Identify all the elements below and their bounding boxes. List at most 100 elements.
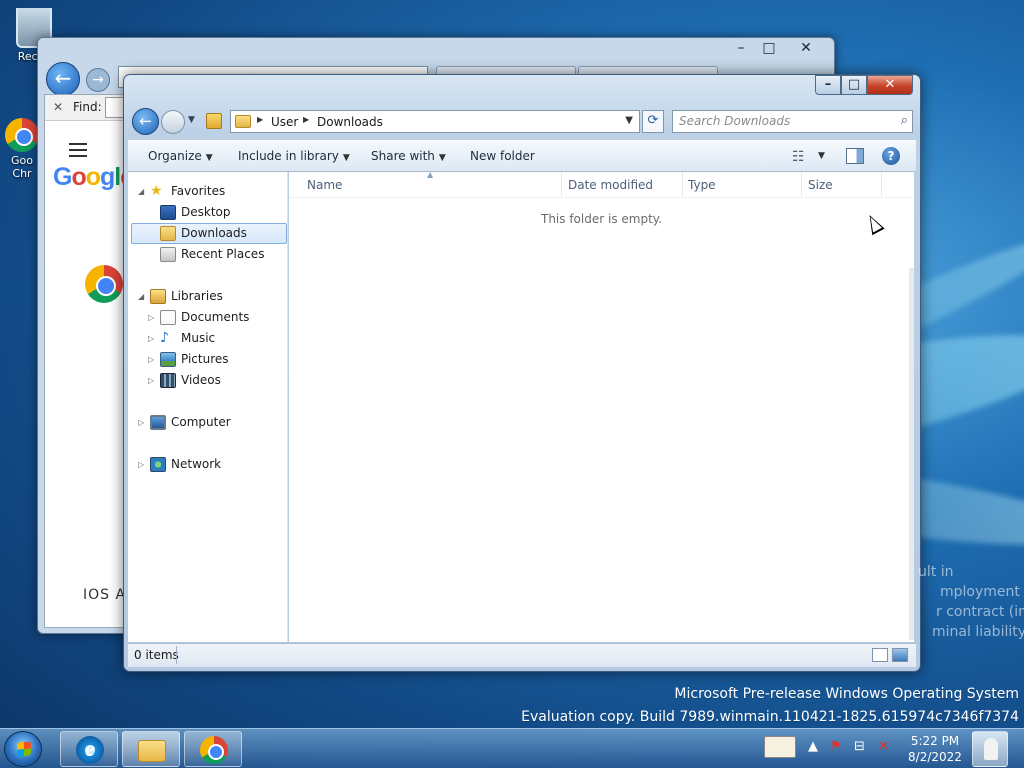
browser-close-button[interactable]: ✕ — [786, 40, 826, 58]
breadcrumb-separator-icon[interactable]: ▶ — [257, 115, 263, 124]
breadcrumb-user[interactable]: User — [271, 115, 298, 129]
share-with-button[interactable]: Share with ▼ — [371, 149, 446, 163]
explorer-window[interactable]: – □ ✕ ← ▼ ▶ User ▶ Downloads ▼ ⟳ ⌕ Organ… — [123, 74, 921, 672]
vertical-scrollbar[interactable] — [909, 268, 914, 640]
browser-minimize-button[interactable]: – — [728, 40, 754, 58]
column-divider[interactable] — [801, 172, 802, 196]
hamburger-menu-icon[interactable] — [69, 143, 87, 157]
recent-pages-dropdown-icon[interactable]: ▼ — [188, 115, 195, 125]
network-icon — [150, 457, 166, 472]
column-name[interactable]: Name — [307, 178, 342, 192]
action-center-flag-icon[interactable]: ⚑ — [830, 739, 842, 754]
new-folder-button[interactable]: New folder — [470, 149, 535, 163]
preview-pane-icon[interactable] — [846, 148, 864, 164]
system-clock[interactable]: 5:22 PM 8/2/2022 — [904, 733, 966, 765]
forward-button[interactable] — [161, 110, 185, 134]
taskbar-windows-explorer[interactable] — [122, 731, 180, 767]
collapsed-arrow-icon[interactable]: ▷ — [138, 454, 144, 475]
start-button[interactable] — [4, 731, 42, 767]
up-folder-icon[interactable] — [206, 113, 222, 129]
help-icon[interactable]: ? — [882, 147, 900, 165]
nav-computer[interactable]: ▷ Computer — [128, 412, 284, 433]
nav-recent-places[interactable]: Recent Places — [128, 244, 284, 265]
nav-documents[interactable]: ▷ Documents — [128, 307, 284, 328]
column-size[interactable]: Size — [808, 178, 833, 192]
user-tile-icon[interactable] — [972, 731, 1008, 767]
address-dropdown-icon[interactable]: ▼ — [625, 115, 633, 126]
address-bar[interactable]: ▶ User ▶ Downloads ▼ — [230, 110, 640, 133]
taskbar-internet-explorer[interactable]: e — [60, 731, 118, 767]
pictures-icon — [160, 352, 176, 367]
organize-button[interactable]: Organize ▼ — [148, 149, 213, 163]
collapsed-arrow-icon[interactable]: ▷ — [148, 349, 154, 370]
expanded-arrow-icon[interactable]: ◢ — [138, 286, 144, 307]
action-center-pen-icon[interactable] — [764, 736, 796, 758]
music-note-icon: ♪ — [160, 330, 169, 346]
legal-line: ult in — [918, 564, 954, 580]
refresh-button[interactable]: ⟳ — [642, 110, 664, 133]
chrome-logo-icon — [85, 265, 123, 303]
column-divider[interactable] — [561, 172, 562, 196]
nav-libraries[interactable]: ◢ Libraries — [128, 286, 284, 307]
internet-explorer-icon: e — [76, 736, 104, 764]
nav-pictures[interactable]: ▷ Pictures — [128, 349, 284, 370]
nav-desktop[interactable]: Desktop — [128, 202, 284, 223]
nav-favorites-label: Favorites — [171, 184, 226, 198]
search-icon[interactable]: ⌕ — [901, 113, 908, 128]
collapsed-arrow-icon[interactable]: ▷ — [138, 412, 144, 433]
desktop-folder-icon — [160, 205, 176, 220]
column-date-modified[interactable]: Date modified — [568, 178, 653, 192]
command-bar: Organize ▼ Include in library ▼ Share with… — [128, 140, 916, 172]
browser-footer-text: IOS A — [83, 587, 127, 603]
status-divider — [176, 646, 177, 664]
volume-muted-icon[interactable]: ✕ — [878, 739, 889, 754]
nav-recent-places-label: Recent Places — [181, 247, 265, 261]
network-status-icon[interactable]: ⊟ — [854, 739, 865, 754]
downloads-folder-icon — [160, 226, 176, 241]
nav-favorites[interactable]: ◢ ★ Favorites — [128, 181, 284, 202]
browser-back-button[interactable]: ← — [46, 62, 80, 96]
close-button[interactable]: ✕ — [867, 75, 913, 95]
sort-ascending-icon: ▲ — [427, 170, 434, 179]
nav-downloads[interactable]: Downloads — [131, 223, 287, 244]
column-divider[interactable] — [682, 172, 683, 196]
search-box[interactable]: ⌕ — [672, 110, 913, 133]
nav-network-label: Network — [171, 457, 222, 471]
large-icons-view-icon[interactable] — [892, 648, 908, 662]
file-list-pane[interactable]: ▲ Name Date modified Type Size This fold… — [289, 170, 914, 642]
browser-maximize-button[interactable]: □ — [756, 40, 782, 58]
browser-forward-button[interactable]: → — [86, 68, 110, 92]
collapsed-arrow-icon[interactable]: ▷ — [148, 370, 154, 391]
breadcrumb-downloads[interactable]: Downloads — [317, 115, 383, 129]
nav-videos[interactable]: ▷ Videos — [128, 370, 284, 391]
details-view-icon[interactable] — [872, 648, 888, 662]
videos-icon — [160, 373, 176, 388]
collapsed-arrow-icon[interactable]: ▷ — [148, 307, 154, 328]
back-button[interactable]: ← — [132, 108, 159, 135]
minimize-button[interactable]: – — [815, 75, 841, 95]
legal-line: r contract (in — [936, 604, 1024, 620]
show-hidden-icons-icon[interactable]: ▲ — [808, 739, 818, 754]
taskbar-google-chrome[interactable] — [184, 731, 242, 767]
nav-network[interactable]: ▷ Network — [128, 454, 284, 475]
column-header-row: ▲ Name Date modified Type Size — [289, 170, 914, 198]
find-close-icon[interactable]: ✕ — [53, 100, 63, 114]
change-view-icon[interactable]: ☷ — [792, 149, 805, 165]
breadcrumb-separator-icon[interactable]: ▶ — [303, 115, 309, 124]
collapsed-arrow-icon[interactable]: ▷ — [148, 328, 154, 349]
column-divider[interactable] — [881, 172, 882, 196]
documents-icon — [160, 310, 176, 325]
star-icon: ★ — [150, 183, 163, 199]
nav-music[interactable]: ▷ ♪ Music — [128, 328, 284, 349]
expanded-arrow-icon[interactable]: ◢ — [138, 181, 144, 202]
maximize-button[interactable]: □ — [841, 75, 867, 95]
view-options-dropdown-icon[interactable]: ▼ — [818, 151, 825, 161]
search-input[interactable] — [679, 114, 879, 128]
organize-label: Organize — [148, 149, 202, 163]
recent-places-icon — [160, 247, 176, 262]
folder-icon — [235, 115, 251, 128]
legal-line: minal liability. — [932, 624, 1024, 640]
include-in-library-button[interactable]: Include in library ▼ — [238, 149, 350, 163]
column-type[interactable]: Type — [688, 178, 716, 192]
nav-computer-label: Computer — [171, 415, 231, 429]
